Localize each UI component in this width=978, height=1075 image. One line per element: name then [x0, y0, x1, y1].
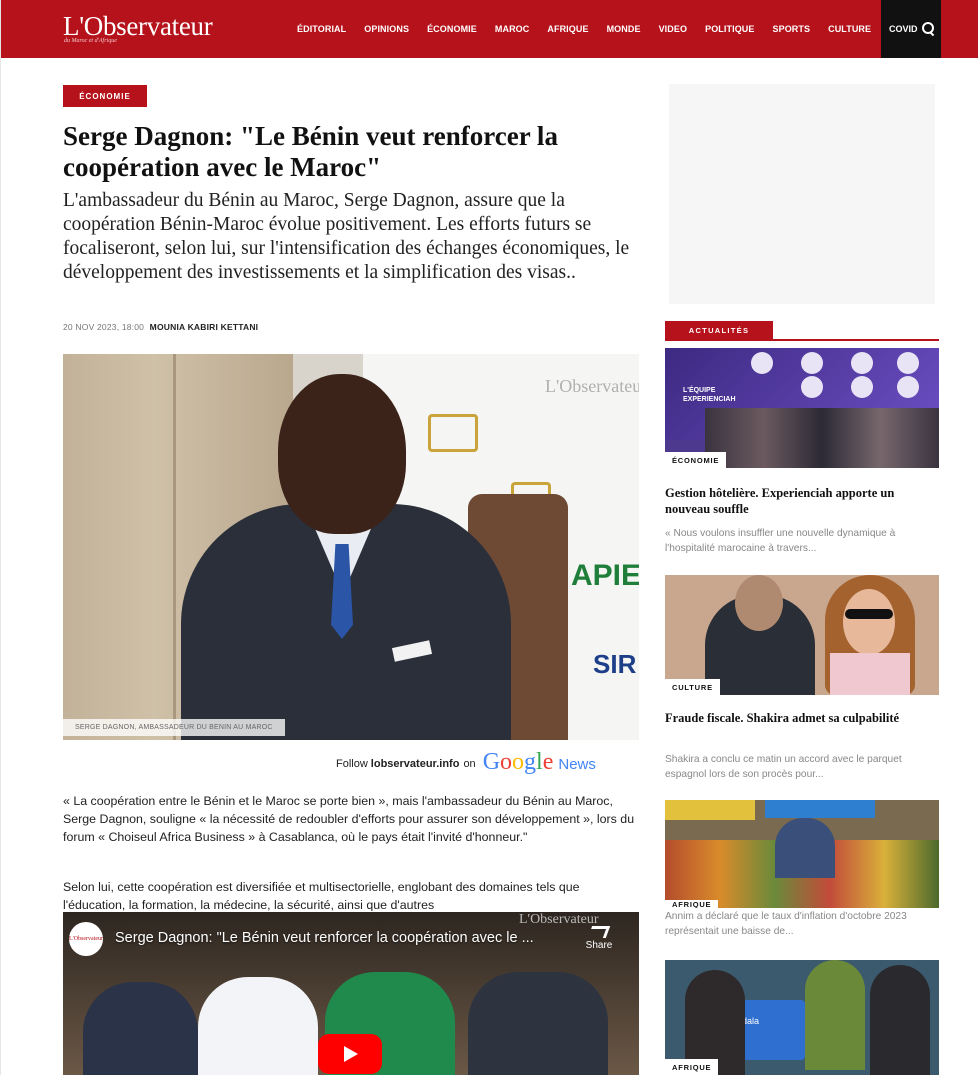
- sidebar-card-3-tag[interactable]: AFRIQUE: [665, 900, 719, 908]
- article-standfirst: L'ambassadeur du Bénin au Maroc, Serge D…: [63, 190, 630, 283]
- site-header: L'Observateur du Maroc et d'Afrique ÉDIT…: [1, 0, 978, 58]
- sidebar-card-4-tag[interactable]: AFRIQUE: [665, 1059, 719, 1075]
- nav-opinions[interactable]: OPINIONS: [364, 24, 409, 34]
- video-share-button[interactable]: Share: [579, 926, 619, 951]
- video-person-4: [468, 972, 608, 1075]
- article-paragraph-1: « La coopération entre le Bénin et le Ma…: [63, 794, 635, 844]
- card-3-umbrella: [765, 800, 875, 818]
- category-badge[interactable]: ÉCONOMIE: [63, 85, 147, 107]
- card-1-portrait: [801, 376, 823, 398]
- site-logo[interactable]: L'Observateur: [63, 12, 213, 40]
- nav-afrique[interactable]: AFRIQUE: [547, 24, 588, 34]
- sidebar-card-2-excerpt: Shakira a conclu ce matin un accord avec…: [665, 754, 902, 780]
- card-4-person: [870, 965, 930, 1075]
- article-date: 20 NOV 2023, 18:00: [63, 322, 145, 332]
- hero-crest-icon: [428, 414, 478, 452]
- nav-culture[interactable]: CULTURE: [828, 24, 871, 34]
- video-person-1: [83, 982, 198, 1075]
- follow-prefix: Follow: [336, 757, 368, 770]
- nav-politique[interactable]: POLITIQUE: [705, 24, 754, 34]
- video-title[interactable]: Serge Dagnon: "Le Bénin veut renforcer l…: [115, 930, 585, 946]
- search-icon[interactable]: [921, 22, 935, 36]
- sidebar-section-label: ACTUALITÉS: [665, 321, 773, 339]
- card-1-portrait: [851, 352, 873, 374]
- hero-person-head: [278, 374, 406, 534]
- video-play-button[interactable]: [318, 1034, 382, 1074]
- card-4-person: [805, 960, 865, 1070]
- nav-economie[interactable]: ÉCONOMIE: [427, 24, 477, 34]
- sidebar-section-header: ACTUALITÉS: [665, 321, 939, 341]
- sunglasses-icon: [845, 609, 893, 619]
- card-1-crowd: [705, 408, 939, 468]
- google-news-follow[interactable]: Follow lobservateur.info on Google News: [336, 750, 596, 777]
- follow-on: on: [463, 757, 476, 770]
- ad-slot: [669, 84, 935, 304]
- nav-video[interactable]: VIDEO: [659, 24, 688, 34]
- article-author[interactable]: MOUNIA KABIRI KETTANI: [150, 322, 259, 332]
- hero-image: L'Observateur APIE SIR SERGE DAGNON, AMB…: [63, 354, 639, 740]
- card-2-woman-face: [843, 589, 895, 655]
- sidebar-card-1-title[interactable]: Gestion hôtelière. Experienciah apporte …: [665, 485, 937, 517]
- card-1-image-text: L'ÉQUIPE EXPERIENCIAH: [683, 387, 736, 403]
- video-share-label: Share: [585, 940, 613, 951]
- share-icon: [587, 926, 611, 938]
- sidebar-card-1-image[interactable]: L'ÉQUIPE EXPERIENCIAH ÉCONOMIE: [665, 348, 939, 468]
- nav-covid-label[interactable]: COVID: [889, 24, 918, 34]
- card-1-portrait: [897, 376, 919, 398]
- sidebar-card-3-excerpt: Annim a déclaré que le taux d'inflation …: [665, 911, 907, 937]
- sidebar-card-4-image[interactable]: Andala AFRIQUE: [665, 960, 939, 1075]
- card-3-person: [775, 818, 835, 878]
- hero-sign-sir: SIR: [593, 649, 637, 679]
- nav-monde[interactable]: MONDE: [607, 24, 641, 34]
- page: L'Observateur du Maroc et d'Afrique ÉDIT…: [0, 0, 978, 1075]
- follow-site: lobservateur.info: [370, 757, 460, 770]
- sidebar-card-2-tag[interactable]: CULTURE: [665, 679, 720, 695]
- sidebar-card-3-image[interactable]: AFRIQUE: [665, 800, 939, 908]
- card-1-portrait: [751, 352, 773, 374]
- sidebar-card-1-excerpt: « Nous voulons insuffler une nouvelle dy…: [665, 528, 896, 554]
- site-logo-tagline: du Maroc et d'Afrique: [64, 38, 117, 44]
- article-paragraph-2: Selon lui, cette coopération est diversi…: [63, 880, 580, 911]
- main-nav: ÉDITORIAL OPINIONS ÉCONOMIE MAROC AFRIQU…: [297, 0, 889, 58]
- google-news-logo-icon[interactable]: Google News: [483, 750, 596, 777]
- card-1-portrait: [801, 352, 823, 374]
- nav-covid[interactable]: COVID: [881, 0, 941, 58]
- sidebar-card-2-image[interactable]: CULTURE: [665, 575, 939, 695]
- card-1-portrait: [897, 352, 919, 374]
- video-channel-logo[interactable]: L'Observateur: [69, 922, 103, 956]
- card-1-portrait: [851, 376, 873, 398]
- card-2-woman-top: [830, 653, 910, 695]
- nav-maroc[interactable]: MAROC: [495, 24, 530, 34]
- article-title: Serge Dagnon: "Le Bénin veut renforcer l…: [63, 121, 558, 182]
- video-person-2: [198, 977, 318, 1075]
- google-news-suffix: News: [558, 756, 596, 773]
- sidebar-card-2-title[interactable]: Fraude fiscale. Shakira admet sa culpabi…: [665, 710, 937, 726]
- card-3-awning: [665, 800, 755, 820]
- nav-editorial[interactable]: ÉDITORIAL: [297, 24, 346, 34]
- hero-caption: SERGE DAGNON, AMBASSADEUR DU BENIN AU MA…: [63, 719, 285, 736]
- embedded-video[interactable]: L'Observateur L'Observateur Serge Dagnon…: [63, 912, 639, 1075]
- nav-sports[interactable]: SPORTS: [773, 24, 811, 34]
- card-2-man-head: [735, 575, 783, 631]
- sidebar-card-1-tag[interactable]: ÉCONOMIE: [665, 452, 727, 468]
- hero-banner-logo: L'Observateur: [545, 376, 639, 396]
- hero-sign-apie: APIE: [571, 559, 639, 592]
- article-meta: 20 NOV 2023, 18:00 MOUNIA KABIRI KETTANI: [63, 322, 258, 332]
